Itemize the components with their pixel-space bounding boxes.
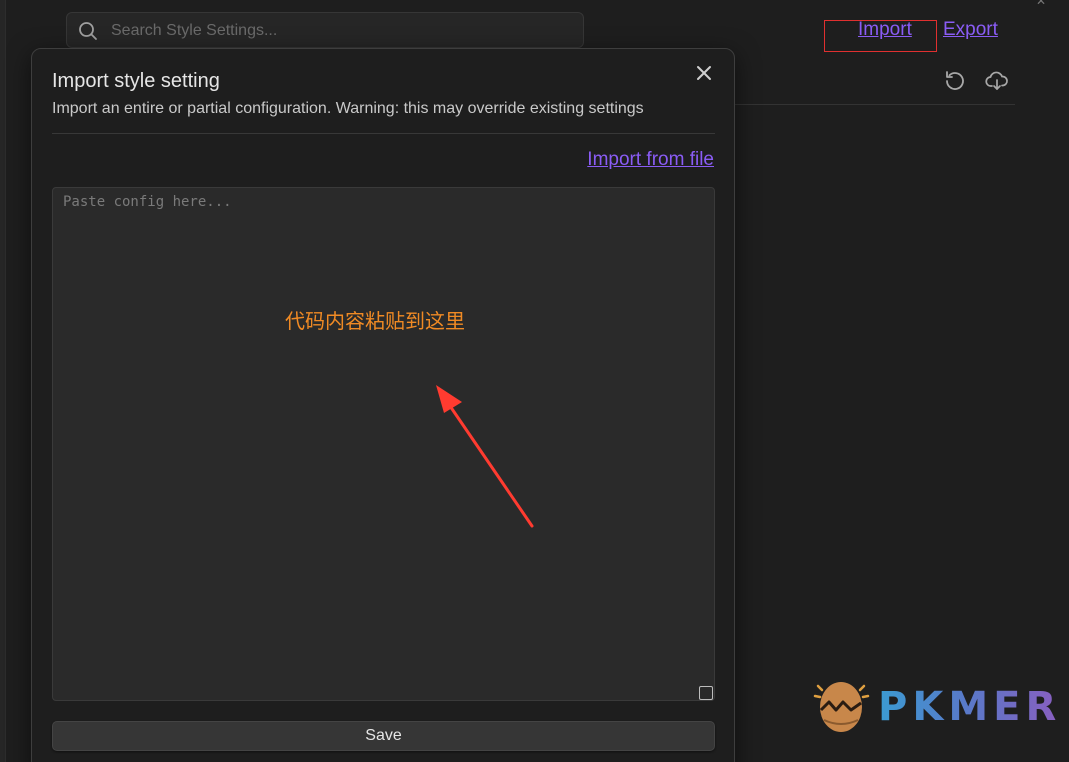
- cloud-download-icon[interactable]: [985, 69, 1009, 93]
- config-textarea[interactable]: [52, 187, 715, 701]
- resize-handle[interactable]: [699, 686, 713, 700]
- save-button[interactable]: Save: [52, 721, 715, 751]
- left-gutter: [0, 0, 6, 762]
- modal-divider: [52, 133, 715, 134]
- annotation-arrow: [436, 385, 534, 528]
- close-icon[interactable]: [695, 64, 713, 82]
- modal-description: Import an entire or partial configuratio…: [52, 100, 644, 117]
- export-link[interactable]: Export: [943, 19, 998, 41]
- annotation-text: 代码内容粘贴到这里: [285, 309, 465, 333]
- search-icon: [79, 22, 97, 40]
- reset-icon[interactable]: [943, 69, 967, 93]
- window-corner-icon: ✕: [1036, 0, 1047, 8]
- import-link[interactable]: Import: [858, 19, 912, 41]
- header-divider: [735, 104, 1015, 105]
- search-input[interactable]: [111, 19, 571, 43]
- search-bar[interactable]: [66, 12, 584, 48]
- import-from-file-link[interactable]: Import from file: [587, 149, 714, 171]
- import-style-modal: Import style setting Import an entire or…: [31, 48, 735, 762]
- app-window: ✕ Import Export Import style setting Imp…: [0, 0, 1069, 762]
- pkmer-watermark-text: PKMER: [878, 684, 1062, 730]
- modal-title: Import style setting: [52, 70, 220, 92]
